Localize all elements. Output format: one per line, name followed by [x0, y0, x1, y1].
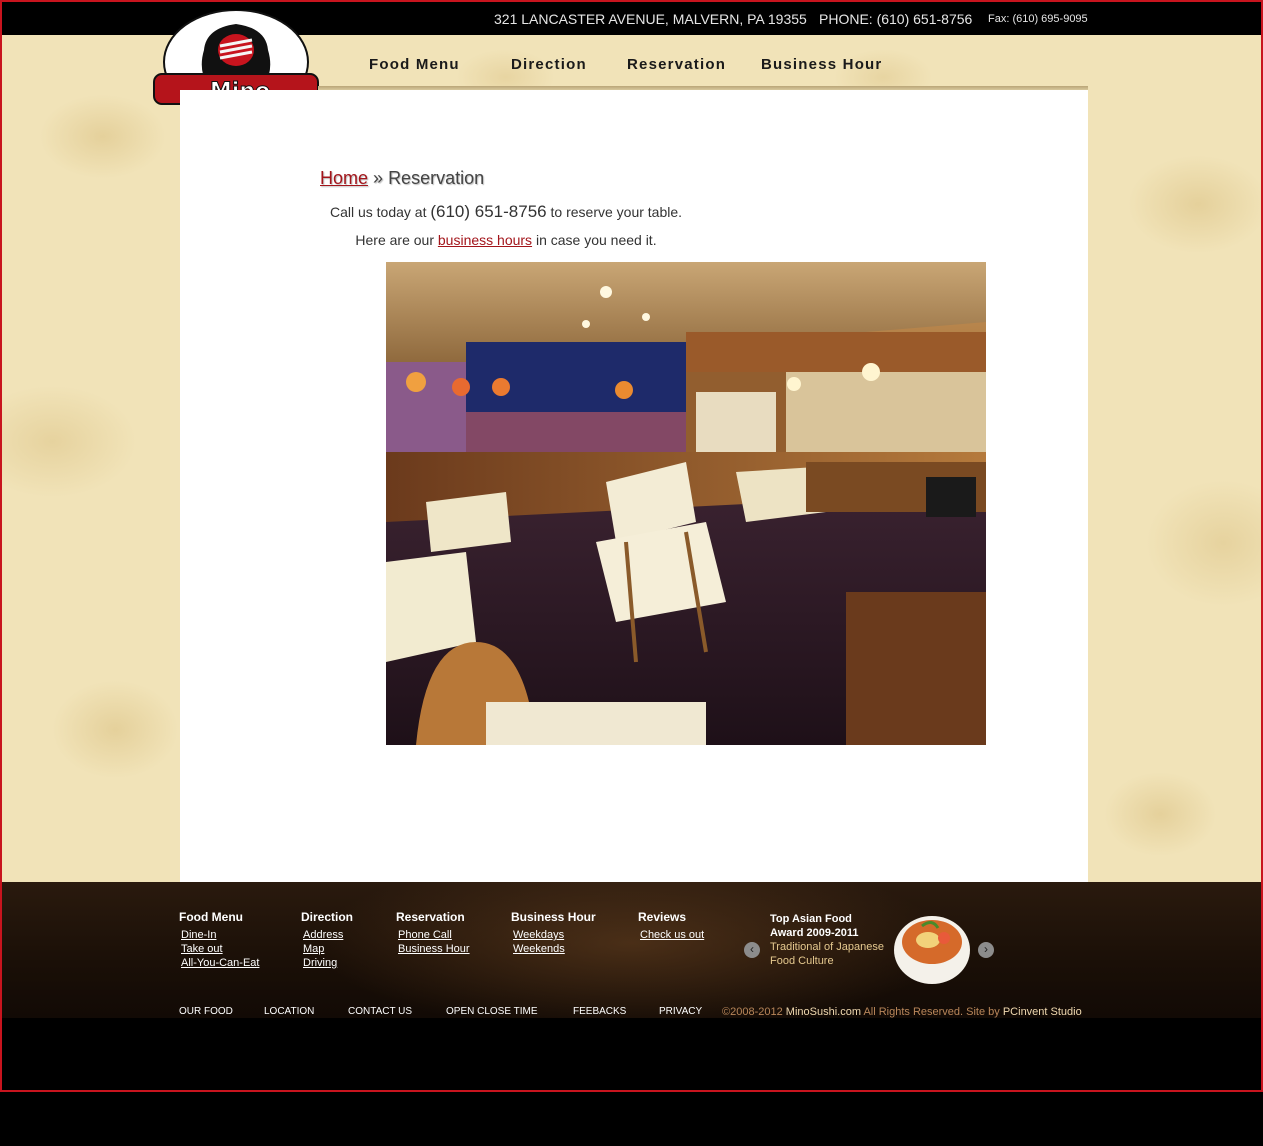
- breadcrumb: Home » Reservation: [320, 168, 484, 189]
- footer-heading: Reviews: [638, 910, 687, 924]
- award-line-4: Food Culture: [770, 955, 834, 967]
- footer-heading: Food Menu: [179, 910, 243, 924]
- footer-link-business-hour[interactable]: Business Hour: [398, 942, 470, 956]
- bottom-link-privacy[interactable]: PRIVACY: [659, 1006, 702, 1017]
- footer-heading: Reservation: [396, 910, 465, 924]
- award-line-3: Traditional of Japanese: [770, 941, 884, 953]
- footer-col-reviews: Reviews Check us out: [638, 910, 704, 942]
- footer-link-check-us-out[interactable]: Check us out: [640, 928, 704, 942]
- restaurant-interior-photo: [386, 262, 986, 745]
- call-line: Call us today at (610) 651-8756 to reser…: [2, 202, 1010, 222]
- hours-prefix: Here are our: [355, 232, 434, 248]
- header-phone: PHONE: (610) 651-8756: [819, 11, 973, 27]
- header-address: 321 LANCASTER AVENUE, MALVERN, PA 19355: [494, 11, 807, 27]
- nav-food-menu[interactable]: Food Menu: [369, 56, 460, 73]
- breadcrumb-home-link[interactable]: Home: [320, 168, 368, 188]
- footer-col-direction: Direction Address Map Driving: [301, 910, 353, 970]
- breadcrumb-current: Reservation: [388, 168, 485, 188]
- footer-col-food-menu: Food Menu Dine-In Take out All-You-Can-E…: [179, 910, 259, 970]
- carousel-prev-icon[interactable]: ‹: [744, 942, 760, 958]
- hours-suffix: in case you need it.: [535, 232, 657, 248]
- award-text: Top Asian Food Award 2009-2011 Tradition…: [770, 912, 884, 968]
- bottom-link-our-food[interactable]: OUR FOOD: [179, 1006, 233, 1017]
- call-prefix: Call us today at: [329, 204, 427, 220]
- award-line-1: Top Asian Food: [770, 913, 852, 925]
- footer-col-reservation: Reservation Phone Call Business Hour: [396, 910, 470, 956]
- footer-link-weekdays[interactable]: Weekdays: [513, 928, 596, 942]
- bottom-link-contact-us[interactable]: CONTACT US: [348, 1006, 412, 1017]
- footer-link-phone-call[interactable]: Phone Call: [398, 928, 470, 942]
- copyright-site-link[interactable]: MinoSushi.com: [786, 1006, 861, 1018]
- nav-reservation[interactable]: Reservation: [627, 56, 726, 73]
- footer: Food Menu Dine-In Take out All-You-Can-E…: [2, 882, 1261, 1018]
- business-hours-link[interactable]: business hours: [438, 232, 532, 248]
- footer-heading: Business Hour: [511, 910, 596, 924]
- award-line-2: Award 2009-2011: [770, 927, 859, 939]
- copyright: ©2008-2012 MinoSushi.com All Rights Rese…: [722, 1006, 1082, 1018]
- footer-link-driving[interactable]: Driving: [303, 956, 353, 970]
- bottom-link-location[interactable]: LOCATION: [264, 1006, 314, 1017]
- footer-link-address[interactable]: Address: [303, 928, 353, 942]
- nav-direction[interactable]: Direction: [511, 56, 587, 73]
- header-fax: Fax: (610) 695-9095: [988, 13, 1088, 25]
- footer-link-all-you-can-eat[interactable]: All-You-Can-Eat: [181, 956, 259, 970]
- footer-link-take-out[interactable]: Take out: [181, 942, 259, 956]
- copyright-studio-link[interactable]: PCinvent Studio: [1003, 1006, 1082, 1018]
- footer-col-business-hour: Business Hour Weekdays Weekends: [511, 910, 596, 956]
- hours-line: Here are our business hours in case you …: [2, 232, 1010, 248]
- footer-heading: Direction: [301, 910, 354, 924]
- footer-link-map[interactable]: Map: [303, 942, 353, 956]
- copyright-middle: All Rights Reserved. Site by: [863, 1006, 1000, 1018]
- noodle-bowl-image: [894, 916, 970, 984]
- carousel-next-icon[interactable]: ›: [978, 942, 994, 958]
- bottom-link-open-close-time[interactable]: OPEN CLOSE TIME: [446, 1006, 538, 1017]
- call-suffix: to reserve your table.: [550, 204, 683, 220]
- breadcrumb-separator: »: [373, 168, 384, 188]
- footer-link-dine-in[interactable]: Dine-In: [181, 928, 259, 942]
- page-frame: 321 LANCASTER AVENUE, MALVERN, PA 19355 …: [0, 0, 1263, 1092]
- main-content: Home » Reservation Call us today at (610…: [180, 90, 1088, 882]
- call-number: (610) 651-8756: [430, 202, 547, 221]
- bottom-link-feebacks[interactable]: FEEBACKS: [573, 1006, 626, 1017]
- copyright-years: ©2008-2012: [722, 1006, 783, 1018]
- nav-business-hour[interactable]: Business Hour: [761, 56, 882, 73]
- footer-link-weekends[interactable]: Weekends: [513, 942, 596, 956]
